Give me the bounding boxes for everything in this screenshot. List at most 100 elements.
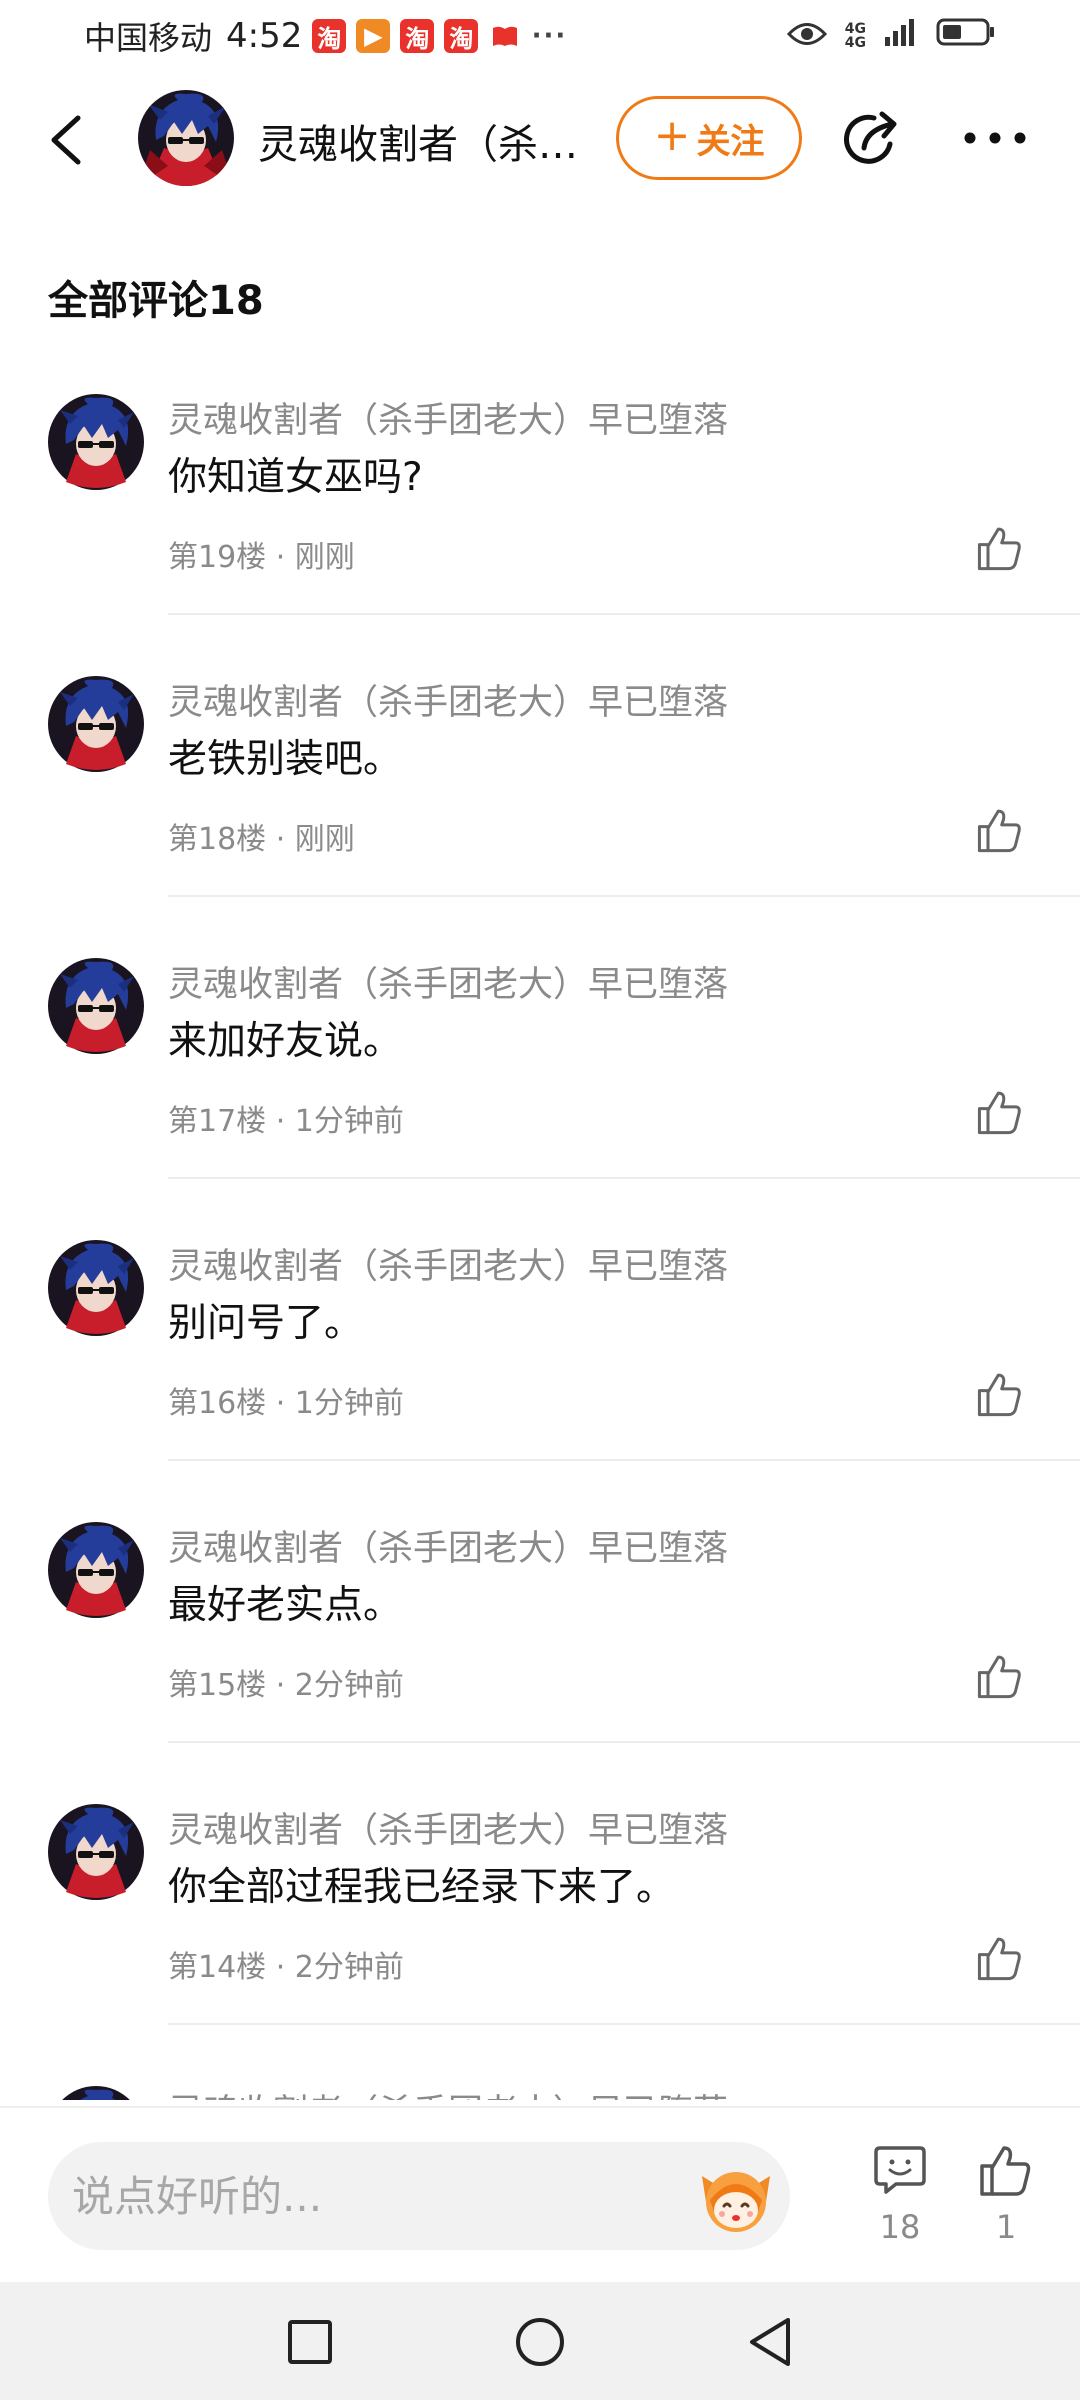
commenter-avatar[interactable] xyxy=(48,676,144,772)
comment-bottom-bar: 18 1 xyxy=(0,2106,1080,2282)
comment-list[interactable]: 灵魂收割者（杀手团老大）早已堕落 你知道女巫吗? 第19楼 · 刚刚 灵魂收割者… xyxy=(0,382,1080,2100)
thumbs-up-icon xyxy=(977,1655,1021,1699)
like-comment-button[interactable] xyxy=(976,524,1024,572)
commenter-name[interactable]: 灵魂收割者（杀手团老大）早已堕落 xyxy=(168,956,728,1007)
author-name-title[interactable]: 灵魂收割者（杀… xyxy=(258,112,598,170)
taobao-notification-icon: 淘 xyxy=(312,19,347,53)
triangle-back-icon xyxy=(750,2318,790,2366)
video-notification-icon: ▶ xyxy=(356,19,391,53)
comment-divider xyxy=(168,1177,1080,1179)
book-notification-icon xyxy=(488,19,522,53)
anime-avatar-icon xyxy=(48,676,144,772)
share-icon xyxy=(844,111,897,164)
like-comment-button[interactable] xyxy=(976,1088,1024,1136)
commenter-name[interactable]: 灵魂收割者（杀手团老大）早已堕落 xyxy=(168,674,728,725)
comment-item: 灵魂收割者（杀手团老大）早已堕落 你知道女巫吗? 第19楼 · 刚刚 xyxy=(0,382,1080,664)
comment-text: 你全部过程我已经录下来了。 xyxy=(168,1865,676,1910)
comment-text: 别问号了。 xyxy=(168,1301,364,1346)
commenter-name[interactable]: 灵魂收割者（杀手团老大）早已堕落 xyxy=(168,1520,728,1571)
comment-text: 老铁别装吧。 xyxy=(168,737,403,782)
carrier-name: 中国移动 xyxy=(84,19,213,57)
thumbs-up-icon xyxy=(980,2146,1031,2196)
commenter-name[interactable]: 灵魂收割者（杀手团老大）早已堕落 xyxy=(168,1802,728,1853)
comment-item: 灵魂收割者（杀手团老大）早已堕落 来加好友说。 第17楼 · 1分钟前 xyxy=(0,946,1080,1228)
thumbs-up-icon xyxy=(977,1091,1021,1135)
network-top-label: 4G xyxy=(844,21,866,37)
more-notifications-icon: ··· xyxy=(531,21,568,51)
follow-label: 关注 xyxy=(696,121,765,162)
comment-item: 灵魂收割者（杀手团老大）早已堕落 xyxy=(0,2074,1080,2100)
anime-avatar-icon xyxy=(48,394,144,490)
anime-avatar-icon xyxy=(48,1522,144,1618)
signal-icon xyxy=(884,16,918,56)
commenter-name[interactable]: 灵魂收割者（杀手团老大）早已堕落 xyxy=(168,2084,728,2100)
commenter-avatar[interactable] xyxy=(48,958,144,1054)
system-back-button[interactable] xyxy=(742,2314,798,2370)
like-comment-button[interactable] xyxy=(976,806,1024,854)
circle-icon xyxy=(516,2318,564,2366)
comment-text: 最好老实点。 xyxy=(168,1583,403,1628)
like-comment-button[interactable] xyxy=(976,1370,1024,1418)
home-button[interactable] xyxy=(512,2314,568,2370)
comment-item: 灵魂收割者（杀手团老大）早已堕落 别问号了。 第16楼 · 1分钟前 xyxy=(0,1228,1080,1510)
commenter-name[interactable]: 灵魂收割者（杀手团老大）早已堕落 xyxy=(168,392,728,443)
comments-button[interactable]: 18 xyxy=(864,2142,936,2246)
share-button[interactable] xyxy=(840,108,904,172)
thumbs-up-icon xyxy=(977,1373,1021,1417)
network-bottom-label: 4G xyxy=(844,35,866,51)
like-count: 1 xyxy=(995,2208,1017,2246)
emoji-sticker-icon xyxy=(702,2172,770,2232)
comment-count: 18 xyxy=(879,2208,921,2246)
author-avatar[interactable] xyxy=(138,90,234,186)
comment-item: 灵魂收割者（杀手团老大）早已堕落 你全部过程我已经录下来了。 第14楼 · 2分… xyxy=(0,1792,1080,2074)
recent-apps-button[interactable] xyxy=(282,2314,338,2370)
comment-meta: 第14楼 · 2分钟前 xyxy=(168,1950,404,1985)
comment-divider xyxy=(168,1741,1080,1743)
all-comments-title: 全部评论18 xyxy=(48,278,264,324)
commenter-avatar[interactable] xyxy=(48,2086,144,2100)
anime-avatar-icon xyxy=(48,1804,144,1900)
commenter-name[interactable]: 灵魂收割者（杀手团老大）早已堕落 xyxy=(168,1238,728,1289)
eye-comfort-icon xyxy=(786,16,827,56)
like-post-button[interactable]: 1 xyxy=(970,2142,1042,2246)
emoji-button[interactable] xyxy=(696,2156,776,2236)
comment-divider xyxy=(168,2023,1080,2025)
commenter-avatar[interactable] xyxy=(48,1240,144,1336)
comment-text: 来加好友说。 xyxy=(168,1019,403,1064)
comment-meta: 第18楼 · 刚刚 xyxy=(168,822,355,857)
post-header: 灵魂收割者（杀… + 关注 xyxy=(0,84,1080,194)
comment-divider xyxy=(168,895,1080,897)
comment-divider xyxy=(168,1459,1080,1461)
status-left: 中国移动 4:52 淘 ▶ 淘 淘 ··· xyxy=(84,13,566,59)
comment-meta: 第16楼 · 1分钟前 xyxy=(168,1386,404,1421)
comment-text: 你知道女巫吗? xyxy=(168,455,423,500)
system-navigation-bar xyxy=(0,2282,1080,2400)
commenter-avatar[interactable] xyxy=(48,1804,144,1900)
anime-avatar-icon xyxy=(48,958,144,1054)
taobao-notification-icon: 淘 xyxy=(444,19,479,53)
comment-meta: 第19楼 · 刚刚 xyxy=(168,540,355,575)
commenter-avatar[interactable] xyxy=(48,1522,144,1618)
like-comment-button[interactable] xyxy=(976,1652,1024,1700)
anime-avatar-icon xyxy=(48,1240,144,1336)
like-comment-button[interactable] xyxy=(976,1934,1024,1982)
more-options-button[interactable] xyxy=(960,112,1030,164)
comment-item: 灵魂收割者（杀手团老大）早已堕落 最好老实点。 第15楼 · 2分钟前 xyxy=(0,1510,1080,1792)
comment-bubble-icon xyxy=(874,2146,926,2194)
square-icon xyxy=(288,2320,332,2364)
comment-item: 灵魂收割者（杀手团老大）早已堕落 老铁别装吧。 第18楼 · 刚刚 xyxy=(0,664,1080,946)
thumbs-up-icon xyxy=(977,527,1021,571)
comment-input[interactable] xyxy=(48,2142,790,2250)
clock: 4:52 xyxy=(226,16,303,56)
back-button[interactable] xyxy=(44,114,92,166)
comment-meta: 第17楼 · 1分钟前 xyxy=(168,1104,404,1139)
commenter-avatar[interactable] xyxy=(48,394,144,490)
follow-button[interactable]: + 关注 xyxy=(616,96,802,180)
more-dots-icon xyxy=(964,132,1026,144)
comment-divider xyxy=(168,613,1080,615)
status-bar: 中国移动 4:52 淘 ▶ 淘 淘 ··· 4G 4G xyxy=(0,0,1080,72)
anime-avatar-icon xyxy=(62,2086,130,2100)
back-arrow-icon xyxy=(51,115,81,165)
plus-icon: + xyxy=(653,110,691,161)
comment-meta: 第15楼 · 2分钟前 xyxy=(168,1668,404,1703)
